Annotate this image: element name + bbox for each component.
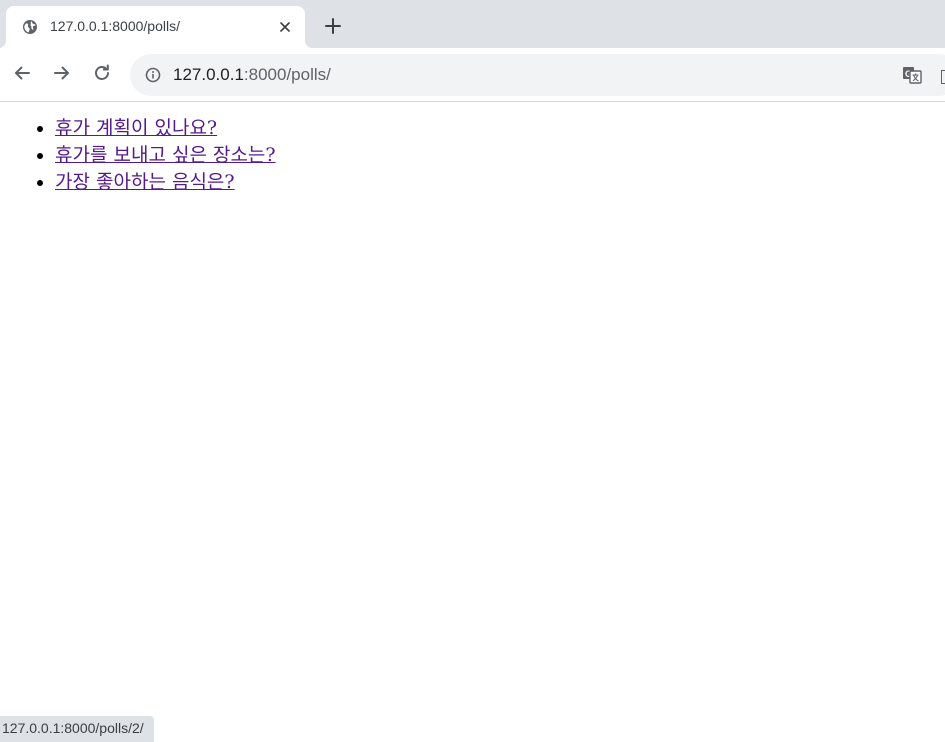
back-button[interactable] <box>8 61 36 89</box>
url-host: 127.0.0.1 <box>173 65 244 84</box>
address-bar[interactable]: 127.0.0.1:8000/polls/ G <box>130 54 945 96</box>
url-text[interactable]: 127.0.0.1:8000/polls/ <box>173 65 331 85</box>
reload-button[interactable] <box>88 61 116 89</box>
tab-title: 127.0.0.1:8000/polls/ <box>50 18 180 34</box>
poll-link[interactable]: 휴가를 보내고 싶은 장소는? <box>55 144 276 166</box>
side-panel-icon[interactable] <box>941 70 945 84</box>
poll-link[interactable]: 가장 좋아하는 음식은? <box>55 171 235 193</box>
translate-icon[interactable]: G <box>902 66 922 84</box>
tab-strip: 127.0.0.1:8000/polls/ <box>0 0 945 48</box>
status-bubble: 127.0.0.1:8000/polls/2/ <box>0 716 154 742</box>
arrow-right-icon <box>53 64 71 86</box>
list-item: 휴가 계획이 있나요? <box>55 115 276 142</box>
plus-icon <box>325 18 341 38</box>
poll-link[interactable]: 휴가 계획이 있나요? <box>55 117 217 139</box>
reload-icon <box>93 64 111 86</box>
url-path: :8000/polls/ <box>243 65 331 84</box>
poll-list: 휴가 계획이 있나요? 휴가를 보내고 싶은 장소는? 가장 좋아하는 음식은? <box>55 115 276 196</box>
globe-icon <box>22 19 38 35</box>
browser-toolbar: 127.0.0.1:8000/polls/ G <box>0 48 945 102</box>
arrow-left-icon <box>13 64 31 86</box>
list-item: 휴가를 보내고 싶은 장소는? <box>55 142 276 169</box>
info-icon[interactable] <box>145 67 161 83</box>
list-item: 가장 좋아하는 음식은? <box>55 169 276 196</box>
browser-tab[interactable]: 127.0.0.1:8000/polls/ <box>0 6 313 48</box>
forward-button[interactable] <box>48 61 76 89</box>
new-tab-button[interactable] <box>319 14 347 42</box>
close-icon[interactable] <box>275 17 295 37</box>
